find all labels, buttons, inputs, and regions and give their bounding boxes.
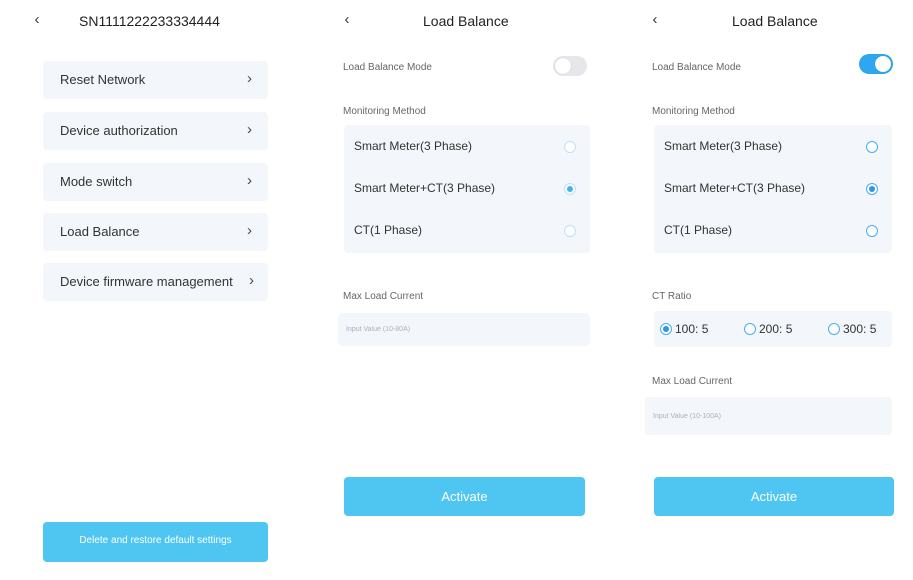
- back-chevron-icon[interactable]: ‹: [29, 11, 45, 29]
- max-load-current-label: Max Load Current: [343, 291, 424, 302]
- radio-button[interactable]: [744, 323, 756, 335]
- chevron-right-icon: ›: [249, 272, 254, 289]
- radio-button[interactable]: [828, 323, 840, 335]
- chevron-right-icon: ›: [247, 172, 252, 189]
- monitoring-method-options: Smart Meter(3 Phase) Smart Meter+CT(3 Ph…: [654, 125, 892, 253]
- menu-item-label: Load Balance: [60, 224, 140, 239]
- device-settings-screen: ‹ SN1111222233334444 Reset Network › Dev…: [0, 0, 302, 580]
- chevron-right-icon: ›: [247, 222, 252, 239]
- max-load-current-field[interactable]: [645, 397, 892, 435]
- chevron-right-icon: ›: [247, 70, 252, 87]
- monitoring-method-label: Monitoring Method: [652, 106, 735, 117]
- activate-label: Activate: [750, 489, 798, 504]
- load-balance-mode-toggle[interactable]: [553, 56, 587, 76]
- option-smart-meter-ct-3-phase[interactable]: Smart Meter+CT(3 Phase): [654, 167, 892, 211]
- menu-item-label: Mode switch: [60, 174, 133, 189]
- top-bar: ‹ SN1111222233334444: [0, 0, 302, 44]
- option-label: CT(1 Phase): [354, 223, 423, 237]
- chevron-right-icon: ›: [247, 121, 252, 138]
- ct-ratio-label-text: 200: 5: [759, 322, 793, 336]
- load-balance-screen-off: ‹ Load Balance Load Balance Mode Monitor…: [312, 0, 608, 580]
- option-smart-meter-3-phase[interactable]: Smart Meter(3 Phase): [344, 125, 590, 169]
- max-load-current-input[interactable]: [645, 397, 892, 435]
- option-label: Smart Meter(3 Phase): [354, 139, 473, 153]
- max-load-current-label: Max Load Current: [652, 376, 733, 387]
- load-balance-mode-toggle[interactable]: [859, 54, 893, 74]
- back-chevron-icon[interactable]: ‹: [339, 11, 355, 29]
- restore-defaults-button[interactable]: Delete and restore default settings: [43, 522, 268, 562]
- option-label: Smart Meter+CT(3 Phase): [354, 181, 496, 195]
- restore-defaults-label: Delete and restore default settings: [79, 535, 232, 546]
- menu-item-mode-switch[interactable]: Mode switch ›: [43, 163, 268, 201]
- menu-item-label: Device firmware management: [60, 274, 233, 289]
- max-load-current-field[interactable]: [338, 313, 590, 346]
- menu-item-label: Reset Network: [60, 72, 146, 87]
- option-ct-1-phase[interactable]: CT(1 Phase): [344, 209, 590, 253]
- option-label: CT(1 Phase): [664, 223, 733, 237]
- option-label: Smart Meter(3 Phase): [664, 139, 783, 153]
- menu-item-firmware-management[interactable]: Device firmware management ›: [43, 263, 268, 301]
- menu-item-reset-network[interactable]: Reset Network ›: [43, 61, 268, 99]
- page-title: Load Balance: [732, 13, 818, 29]
- option-label: Smart Meter+CT(3 Phase): [664, 181, 806, 195]
- radio-button[interactable]: [866, 225, 878, 237]
- back-chevron-icon[interactable]: ‹: [647, 11, 663, 29]
- toggle-knob: [875, 56, 891, 72]
- menu-item-load-balance[interactable]: Load Balance ›: [43, 213, 268, 251]
- page-title: Load Balance: [423, 13, 509, 29]
- ct-ratio-label-text: 100: 5: [675, 322, 709, 336]
- mode-label: Load Balance Mode: [652, 62, 741, 73]
- option-smart-meter-ct-3-phase[interactable]: Smart Meter+CT(3 Phase): [344, 167, 590, 211]
- max-load-current-input[interactable]: [338, 313, 590, 346]
- ct-ratio-label: CT Ratio: [652, 291, 692, 302]
- activate-button[interactable]: Activate: [344, 477, 585, 516]
- monitoring-method-label: Monitoring Method: [343, 106, 426, 117]
- mode-label: Load Balance Mode: [343, 62, 432, 73]
- radio-button[interactable]: [564, 141, 576, 153]
- ct-ratio-options: 100: 5 200: 5 300: 5: [654, 311, 892, 347]
- radio-button[interactable]: [564, 183, 576, 195]
- device-serial-title: SN1111222233334444: [79, 13, 220, 29]
- activate-button[interactable]: Activate: [654, 477, 894, 516]
- toggle-knob: [555, 58, 571, 74]
- load-balance-screen-on: ‹ Load Balance Load Balance Mode Monitor…: [622, 0, 913, 580]
- monitoring-method-options: Smart Meter(3 Phase) Smart Meter+CT(3 Ph…: [344, 125, 590, 253]
- top-bar: ‹ Load Balance: [312, 0, 608, 44]
- radio-button[interactable]: [564, 225, 576, 237]
- activate-label: Activate: [441, 489, 488, 504]
- radio-button[interactable]: [866, 183, 878, 195]
- radio-button[interactable]: [866, 141, 878, 153]
- ct-ratio-label-text: 300: 5: [843, 322, 877, 336]
- option-smart-meter-3-phase[interactable]: Smart Meter(3 Phase): [654, 125, 892, 169]
- menu-item-label: Device authorization: [60, 123, 178, 138]
- radio-button[interactable]: [660, 323, 672, 335]
- option-ct-1-phase[interactable]: CT(1 Phase): [654, 209, 892, 253]
- top-bar: ‹ Load Balance: [622, 0, 913, 44]
- menu-item-device-authorization[interactable]: Device authorization ›: [43, 112, 268, 150]
